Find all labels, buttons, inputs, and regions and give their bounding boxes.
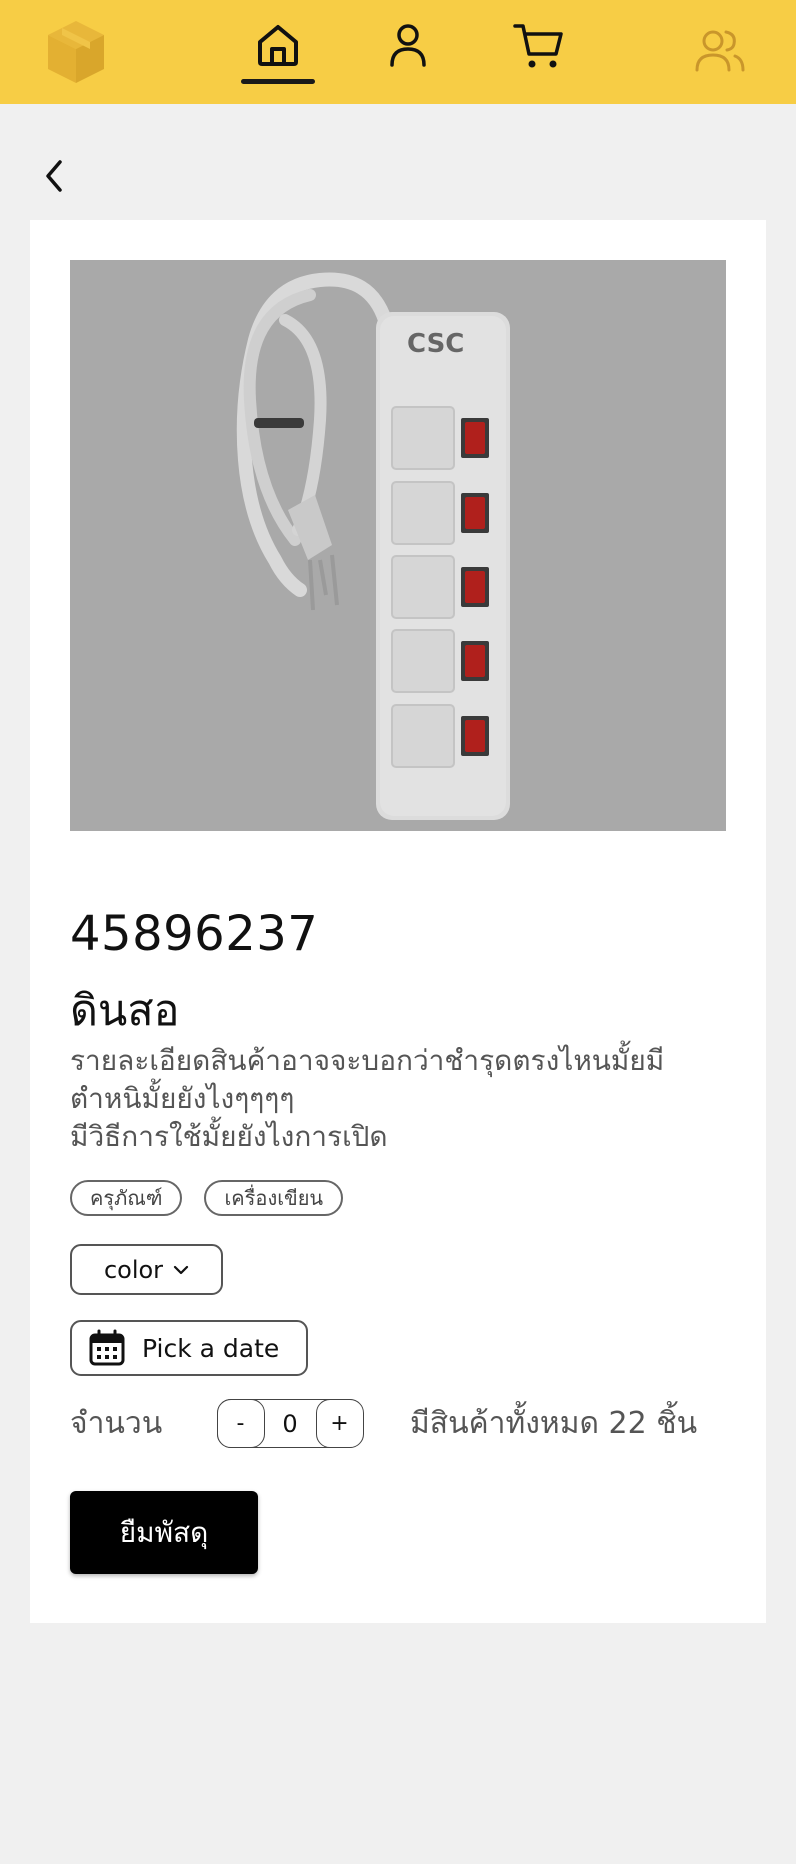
chevron-left-icon[interactable] (38, 156, 74, 196)
product-image: CSC (70, 260, 726, 831)
product-detail-card: CSC 45896237 ดินสอ รายละเอียดสินค้าอาจจะ… (30, 220, 766, 1623)
home-icon[interactable] (255, 22, 301, 68)
borrow-button[interactable]: ยืมพัสดุ (70, 1491, 258, 1574)
quantity-label: จำนวน (70, 1406, 163, 1441)
users-icon[interactable] (694, 26, 746, 74)
increment-button[interactable]: + (315, 1398, 364, 1448)
color-select-label: color (103, 1255, 164, 1284)
tag-list: ครุภัณฑ์ เครื่องเขียน (70, 1180, 344, 1216)
user-icon[interactable] (385, 22, 431, 68)
calendar-icon (89, 1329, 125, 1366)
power-strip-illustration: CSC (236, 272, 510, 820)
tag-chip[interactable]: เครื่องเขียน (204, 1180, 344, 1216)
date-picker-button[interactable]: Pick a date (70, 1320, 308, 1376)
tag-chip[interactable]: ครุภัณฑ์ (70, 1180, 183, 1216)
box-icon[interactable] (45, 19, 107, 85)
active-tab-indicator (241, 79, 315, 84)
cart-icon[interactable] (512, 20, 564, 72)
stock-available-text: มีสินค้าทั้งหมด 22 ชิ้น (410, 1406, 698, 1441)
date-picker-label: Pick a date (142, 1333, 280, 1363)
product-brand-text: CSC (407, 329, 464, 359)
quantity-stepper: - 0 + (216, 1398, 364, 1448)
product-code: 45896237 (70, 906, 319, 962)
quantity-value[interactable]: 0 (266, 1400, 314, 1447)
product-description: รายละเอียดสินค้าอาจจะบอกว่าชำรุดตรงไหนมั… (70, 1044, 665, 1153)
decrement-button[interactable]: - (216, 1398, 265, 1448)
product-name: ดินสอ (70, 986, 180, 1036)
chevron-down-icon (173, 1265, 189, 1274)
top-navigation-bar (0, 0, 796, 104)
color-select[interactable]: color (70, 1244, 223, 1295)
